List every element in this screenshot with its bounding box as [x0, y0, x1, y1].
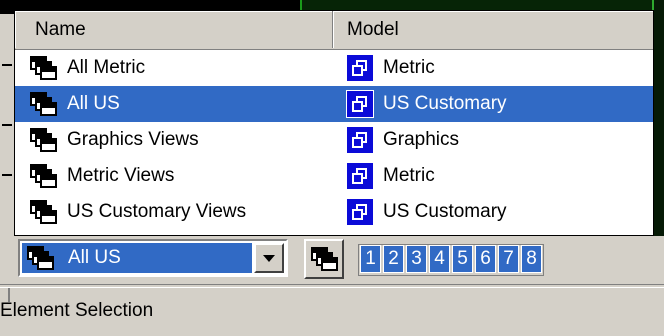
- item-name: US Customary Views: [67, 201, 247, 222]
- column-header-model[interactable]: Model: [333, 11, 653, 48]
- item-model-cell: Metric: [347, 50, 435, 86]
- list-item[interactable]: Graphics Views Graphics: [15, 122, 653, 158]
- layered-windows-icon: [29, 163, 57, 189]
- combo-selected-field[interactable]: All US: [22, 243, 252, 273]
- separator: [0, 284, 664, 288]
- combo-value: All US: [68, 247, 121, 268]
- gutter-mark: [2, 124, 12, 126]
- item-name: All US: [67, 93, 120, 114]
- model-icon: [346, 90, 374, 118]
- list-item[interactable]: All US US Customary: [15, 86, 653, 122]
- view-number-buttons: 12345678: [358, 244, 544, 276]
- item-model-cell: US Customary: [347, 194, 507, 230]
- item-model: Metric: [383, 57, 435, 78]
- item-name: Graphics Views: [67, 129, 199, 150]
- layered-windows-icon: [29, 55, 57, 81]
- gutter-mark: [2, 64, 12, 66]
- model-icon: [347, 199, 373, 225]
- view-toolbar: All US 12345678: [0, 236, 664, 284]
- model-icon: [347, 55, 373, 81]
- item-model-cell: Metric: [347, 158, 435, 194]
- view-number-button-2[interactable]: 2: [383, 245, 404, 273]
- view-combo-box[interactable]: All US: [18, 239, 288, 277]
- view-number-button-8[interactable]: 8: [521, 245, 542, 273]
- layered-windows-icon: [29, 127, 57, 153]
- gutter-mark: [2, 174, 12, 176]
- view-number-button-1[interactable]: 1: [360, 245, 381, 273]
- element-selection-label: Element Selection: [0, 300, 154, 321]
- item-model: US Customary: [383, 93, 507, 114]
- item-name: Metric Views: [67, 165, 175, 186]
- list-item[interactable]: All Metric Metric: [15, 50, 653, 86]
- item-model-cell: Graphics: [347, 122, 459, 158]
- item-model: Graphics: [383, 129, 460, 150]
- layered-windows-icon: [26, 245, 54, 271]
- list-rows: All Metric Metric All US US Customary Graphi…: [15, 50, 653, 230]
- view-number-button-6[interactable]: 6: [475, 245, 496, 273]
- list-header: Name Model: [15, 11, 653, 50]
- item-name-cell: Graphics Views: [29, 122, 199, 158]
- list-item[interactable]: US Customary Views US Customary: [15, 194, 653, 230]
- views-dialog-button[interactable]: [304, 239, 344, 279]
- item-name-cell: All Metric: [29, 50, 145, 86]
- view-number-button-4[interactable]: 4: [429, 245, 450, 273]
- combo-dropdown-button[interactable]: [254, 243, 284, 273]
- item-model: US Customary: [383, 201, 507, 222]
- column-header-name[interactable]: Name: [15, 11, 333, 48]
- background-left-gutter: [0, 14, 14, 236]
- view-number-button-3[interactable]: 3: [406, 245, 427, 273]
- item-name-cell: US Customary Views: [29, 194, 246, 230]
- list-item[interactable]: Metric Views Metric: [15, 158, 653, 194]
- view-number-button-5[interactable]: 5: [452, 245, 473, 273]
- view-number-button-7[interactable]: 7: [498, 245, 519, 273]
- item-name-cell: All US: [29, 86, 120, 122]
- model-icon: [347, 163, 373, 189]
- layered-windows-icon: [310, 246, 338, 272]
- item-name: All Metric: [67, 57, 146, 78]
- item-name-cell: Metric Views: [29, 158, 174, 194]
- item-model: Metric: [383, 165, 435, 186]
- layered-windows-icon: [29, 91, 57, 117]
- item-model-cell: US Customary: [346, 86, 507, 122]
- view-selection-dropdown-list[interactable]: Name Model All Metric Metric All US US Cust…: [14, 10, 654, 236]
- layered-windows-icon: [29, 199, 57, 225]
- model-icon: [347, 127, 373, 153]
- chevron-down-icon: [263, 254, 275, 262]
